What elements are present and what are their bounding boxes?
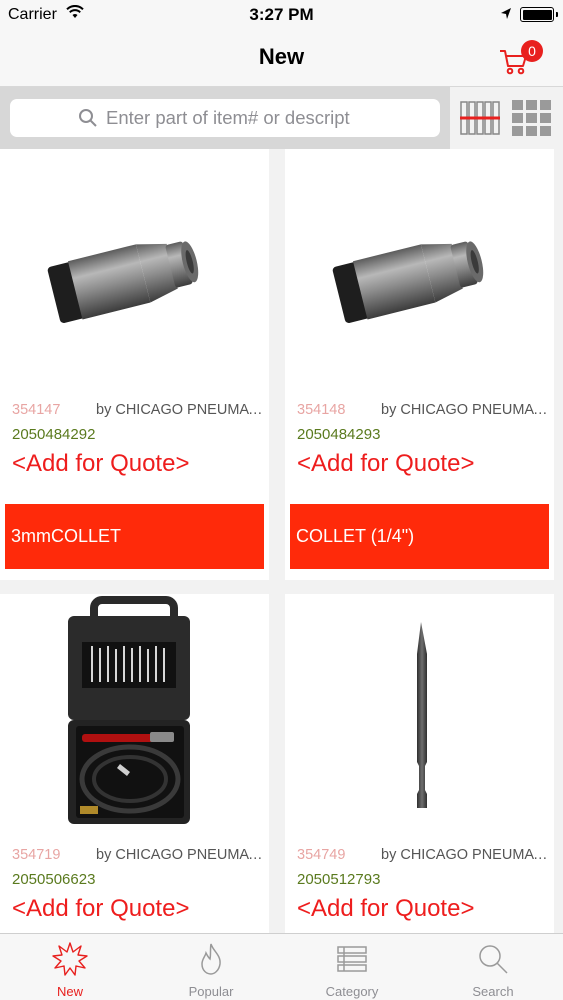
collet-image: [332, 241, 484, 323]
product-card[interactable]: 354749 by CHICAGO PNEUMATIC 2050512793 <…: [285, 594, 554, 933]
chisel-image: [417, 622, 427, 808]
product-sku: 354719: [12, 847, 61, 863]
tab-category[interactable]: Category: [282, 934, 422, 1000]
product-code: 2050506623: [12, 871, 96, 888]
category-list-icon: [337, 946, 367, 972]
tab-label: New: [56, 984, 83, 999]
status-time: 3:27 PM: [249, 5, 314, 24]
product-grid: 354147 by CHICAGO PNEUMATIC 2050484292 <…: [0, 149, 563, 933]
search-box[interactable]: [10, 99, 440, 137]
product-brand: by CHICAGO PNEUMATIC: [381, 402, 549, 418]
product-sku: 354147: [12, 402, 61, 418]
cart-count-badge: 0: [521, 40, 543, 62]
status-bar: Carrier 3:27 PM: [0, 0, 563, 30]
add-for-quote-link[interactable]: <Add for Quote>: [297, 450, 474, 478]
tab-label: Popular: [188, 984, 234, 999]
product-image: [0, 149, 269, 399]
die-grinder-kit-image: [68, 596, 190, 824]
starburst-icon: [52, 942, 88, 976]
tab-new[interactable]: New: [0, 934, 140, 1000]
product-code: 2050484292: [12, 426, 96, 443]
page-title: New: [258, 44, 305, 69]
product-card[interactable]: 354147 by CHICAGO PNEUMATIC 2050484292 <…: [0, 149, 269, 580]
add-for-quote-link[interactable]: <Add for Quote>: [297, 895, 474, 923]
product-name: COLLET (1/4"): [290, 504, 549, 569]
product-code: 2050484293: [297, 426, 381, 443]
product-card[interactable]: 354719 by CHICAGO PNEUMATIC 2050506623 <…: [0, 594, 269, 933]
product-brand: by CHICAGO PNEUMATIC: [96, 402, 264, 418]
grid-view-icon: [512, 100, 551, 136]
tab-bar: New Popular Category Search: [0, 933, 563, 1000]
tab-label: Category: [325, 984, 379, 999]
list-view-button[interactable]: [460, 101, 500, 140]
search-row: [0, 87, 563, 149]
add-for-quote-link[interactable]: <Add for Quote>: [12, 895, 189, 923]
battery-icon: [520, 7, 558, 22]
add-for-quote-link[interactable]: <Add for Quote>: [12, 450, 189, 478]
search-icon: [78, 108, 98, 133]
search-icon: [479, 945, 508, 974]
product-sku: 354749: [297, 847, 346, 863]
tab-popular[interactable]: Popular: [141, 934, 281, 1000]
product-brand: by CHICAGO PNEUMATIC: [96, 847, 264, 863]
collet-image: [47, 241, 199, 323]
view-toggle: [450, 87, 563, 149]
product-image: [285, 594, 554, 844]
product-image: [285, 149, 554, 399]
location-arrow-icon: [500, 7, 512, 26]
list-view-icon: [460, 101, 500, 135]
tab-search[interactable]: Search: [423, 934, 563, 1000]
product-image: [0, 594, 269, 844]
cart-button[interactable]: 0: [497, 40, 543, 80]
product-card[interactable]: 354148 by CHICAGO PNEUMATIC 2050484293 <…: [285, 149, 554, 580]
nav-bar: New 0: [0, 30, 563, 87]
product-code: 2050512793: [297, 871, 381, 888]
flame-icon: [201, 943, 221, 975]
grid-view-button[interactable]: [512, 100, 552, 141]
product-brand: by CHICAGO PNEUMATIC: [381, 847, 549, 863]
product-sku: 354148: [297, 402, 346, 418]
search-input[interactable]: [106, 103, 426, 133]
product-name: 3mmCOLLET: [5, 504, 264, 569]
tab-label: Search: [472, 984, 514, 999]
